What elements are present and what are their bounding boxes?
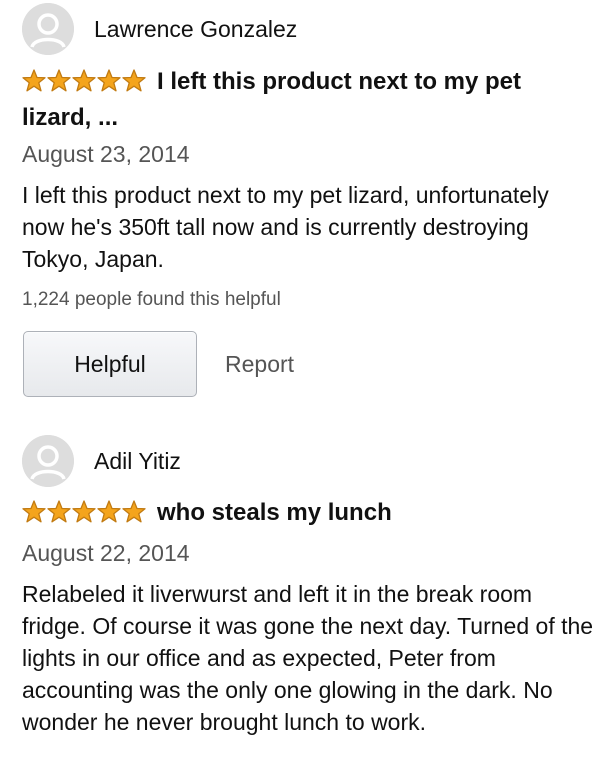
star-icon xyxy=(22,500,46,523)
star-icon xyxy=(47,500,71,523)
star-icon xyxy=(122,500,146,523)
star-icon xyxy=(72,69,96,92)
review-date: August 22, 2014 xyxy=(22,540,190,566)
star-icon xyxy=(72,500,96,523)
star-icon xyxy=(97,69,121,92)
reviewer-1: Lawrence Gonzalez xyxy=(22,3,297,55)
report-link[interactable]: Report xyxy=(225,351,294,378)
avatar-icon xyxy=(22,435,74,487)
review-body: I left this product next to my pet lizar… xyxy=(22,182,549,272)
star-rating xyxy=(22,68,147,101)
reviewer-name[interactable]: Adil Yitiz xyxy=(94,448,181,475)
reviewer-name[interactable]: Lawrence Gonzalez xyxy=(94,16,297,43)
review-headline[interactable]: I left this product next to my pet lizar… xyxy=(22,65,582,134)
review-headline[interactable]: who steals my lunch xyxy=(22,496,582,532)
helpful-count: 1,224 people found this helpful xyxy=(22,289,281,310)
star-rating xyxy=(22,499,147,532)
reviewer-2: Adil Yitiz xyxy=(22,435,181,487)
review-date: August 23, 2014 xyxy=(22,141,190,167)
star-icon xyxy=(22,69,46,92)
avatar-icon xyxy=(22,3,74,55)
star-icon xyxy=(97,500,121,523)
review-headline-text: who steals my lunch xyxy=(157,499,392,526)
star-icon xyxy=(47,69,71,92)
helpful-button[interactable]: Helpful xyxy=(23,331,197,397)
star-icon xyxy=(122,69,146,92)
review-body: Relabeled it liverwurst and left it in t… xyxy=(22,581,594,735)
